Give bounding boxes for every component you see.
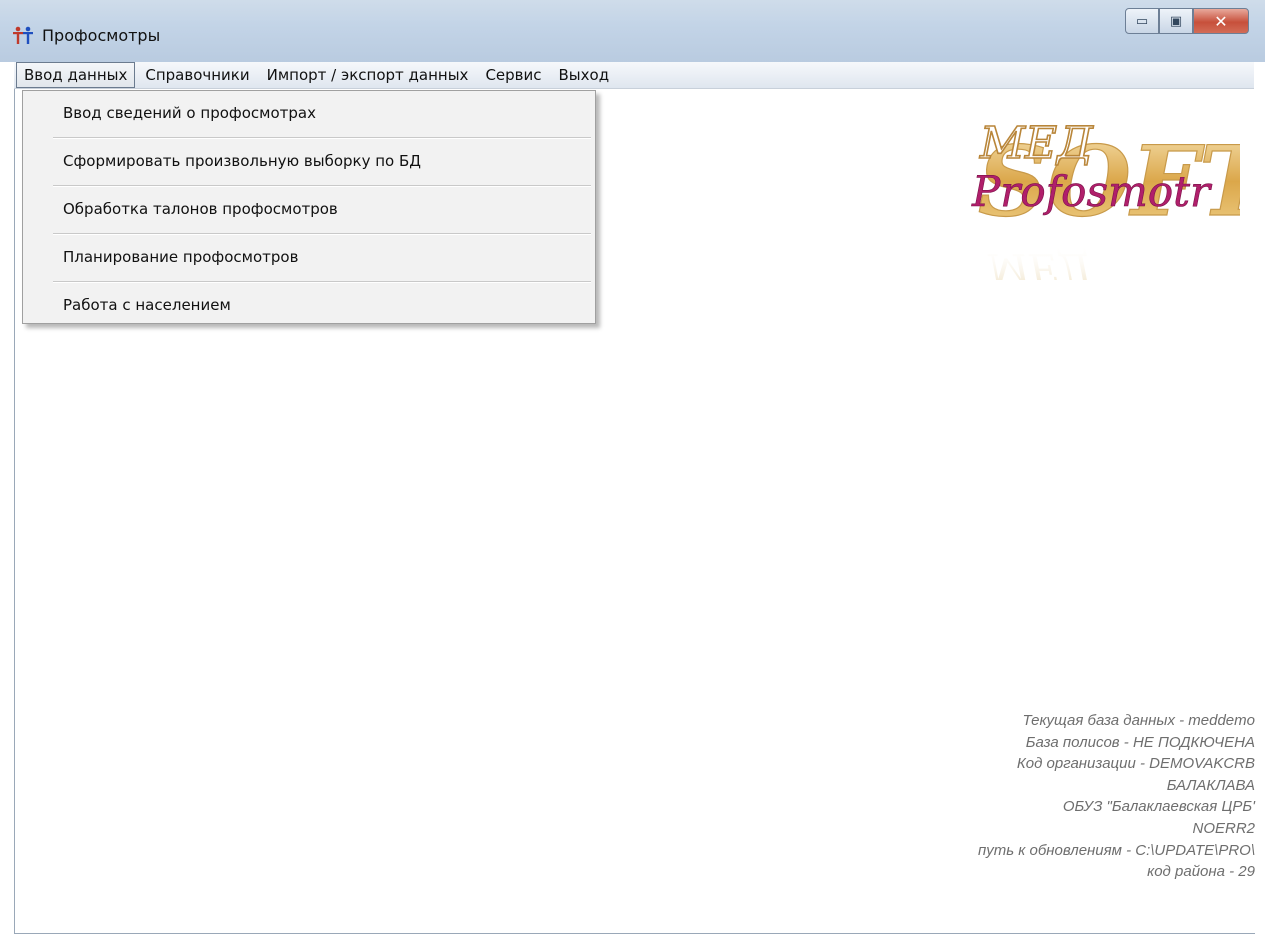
- menu-import-export[interactable]: Импорт / экспорт данных: [260, 63, 476, 87]
- menu-data-entry[interactable]: Ввод данных: [16, 62, 136, 88]
- data-entry-dropdown: Ввод сведений о профосмотрах Сформироват…: [22, 90, 596, 324]
- menu-item-custom-query[interactable]: Сформировать произвольную выборку по БД: [23, 139, 595, 185]
- window-title: Профосмотры: [42, 26, 161, 45]
- logo-med-text: МЕД: [979, 118, 1094, 169]
- close-icon: ✕: [1214, 11, 1228, 31]
- menu-service[interactable]: Сервис: [478, 63, 548, 87]
- title-bar[interactable]: Профосмотры ▭ ▣ ✕: [0, 0, 1265, 62]
- maximize-button[interactable]: ▣: [1159, 8, 1193, 34]
- people-icon: [13, 26, 33, 44]
- menu-item-population[interactable]: Работа с населением: [23, 283, 595, 329]
- menu-exit[interactable]: Выход: [552, 63, 617, 87]
- medsoft-logo: SOFT МЕД Profosmotr МЕД: [971, 117, 1240, 280]
- menu-item-plan-checkups[interactable]: Планирование профосмотров: [23, 235, 595, 281]
- info-update-path: путь к обновлениям - C:\UPDATE\PRO\: [977, 841, 1255, 859]
- info-location: БАЛАКЛАВА: [1166, 776, 1255, 794]
- status-info: Текущая база данных - meddemo База полис…: [835, 710, 1255, 883]
- logo-reflection-text: МЕД: [987, 244, 1092, 280]
- info-error-code: NOERR2: [1192, 819, 1255, 837]
- info-current-db: Текущая база данных - meddemo: [1022, 712, 1255, 729]
- window-controls: ▭ ▣ ✕: [1125, 8, 1249, 38]
- menu-item-enter-checkups[interactable]: Ввод сведений о профосмотрах: [23, 91, 595, 137]
- app-window: Профосмотры ▭ ▣ ✕ Ввод данных Справочник…: [0, 0, 1265, 935]
- menu-item-process-coupons[interactable]: Обработка талонов профосмотров: [23, 187, 595, 233]
- close-button[interactable]: ✕: [1193, 8, 1249, 34]
- info-organization: ОБУЗ "Балаклаевская ЦРБ': [1062, 798, 1255, 816]
- info-district-code: код района - 29: [1147, 863, 1255, 881]
- menu-bar: Ввод данных Справочники Импорт / экспорт…: [14, 62, 1254, 89]
- info-policy-db: База полисов - НЕ ПОДКЮЧЕНА: [1025, 733, 1255, 751]
- maximize-icon: ▣: [1169, 13, 1183, 29]
- minimize-button[interactable]: ▭: [1125, 8, 1159, 34]
- logo-profosmotr-text: Profosmotr: [971, 167, 1213, 216]
- minimize-icon: ▭: [1135, 13, 1149, 29]
- info-org-code: Код организации - DEMOVAKCRB: [1016, 755, 1255, 773]
- menu-references[interactable]: Справочники: [138, 63, 256, 87]
